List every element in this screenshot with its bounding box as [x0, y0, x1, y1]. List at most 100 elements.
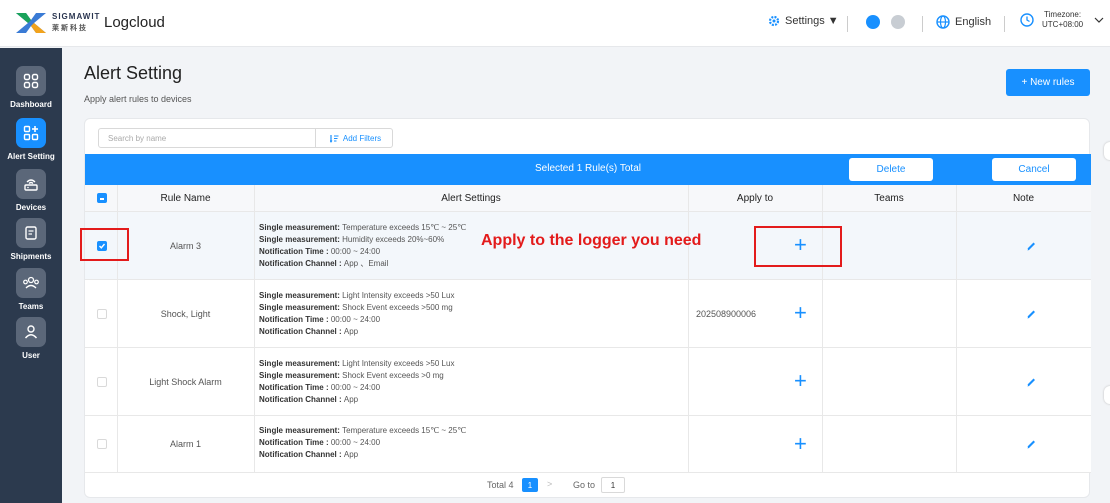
filter-icon: [329, 134, 339, 143]
table-row: Shock, Light Single measurement: Light I…: [85, 280, 1091, 348]
row-checkbox[interactable]: [97, 377, 107, 387]
setting-separator: :: [336, 259, 344, 268]
top-bar: SIGMAWIT 莱斯科技 Logcloud Settings ▼ Englis…: [0, 0, 1110, 47]
settings-menu[interactable]: Settings ▼: [768, 15, 839, 27]
app-name: Logcloud: [104, 14, 165, 31]
select-all-checkbox[interactable]: [97, 193, 107, 203]
setting-value: 00:00 ~ 24:00: [330, 438, 381, 447]
sidebar-item-devices[interactable]: Devices: [0, 169, 62, 212]
edit-note-icon[interactable]: [1026, 309, 1036, 319]
column-divider: [254, 348, 255, 416]
setting-key: Notification Time: [259, 315, 324, 324]
column-divider: [956, 212, 957, 280]
setting-key: Notification Channel: [259, 259, 337, 268]
alert-settings: Single measurement: Temperature exceeds …: [259, 222, 466, 270]
add-filters-button[interactable]: Add Filters: [315, 128, 395, 148]
gear-icon: [768, 15, 780, 27]
total-count: Total 4: [487, 480, 514, 490]
sidebar-item-label: Dashboard: [10, 100, 52, 109]
app-icons[interactable]: [866, 15, 905, 29]
setting-value: Light Intensity exceeds >50 Lux: [342, 291, 455, 300]
delete-button[interactable]: Delete: [849, 158, 933, 181]
setting-separator: :: [336, 395, 344, 404]
setting-line: Single measurement: Shock Event exceeds …: [259, 370, 454, 382]
side-handle[interactable]: [1104, 142, 1110, 160]
side-handle[interactable]: [1104, 386, 1110, 404]
setting-key: Single measurement: [259, 235, 338, 244]
selection-bar: Selected 1 Rule(s) Total Delete Cancel: [85, 154, 1091, 185]
add-device-icon[interactable]: +: [794, 302, 807, 324]
selection-count: Selected 1 Rule(s) Total: [535, 163, 641, 174]
setting-value: Humidity exceeds 20%~60%: [342, 235, 445, 244]
column-divider: [254, 212, 255, 280]
globe-icon: [936, 15, 950, 29]
sidebar-item-label: Shipments: [10, 252, 52, 261]
setting-separator: :: [336, 327, 344, 336]
notification-icon[interactable]: [891, 15, 905, 29]
sidebar: Dashboard Alert Setting Devices Shipment…: [0, 48, 62, 503]
sidebar-item-alert-setting[interactable]: Alert Setting: [0, 118, 62, 161]
setting-key: Single measurement: [259, 426, 338, 435]
search-input[interactable]: Search by name: [108, 134, 166, 143]
user-icon: [16, 317, 46, 347]
goto-label: Go to: [573, 480, 596, 490]
alert-settings: Single measurement: Light Intensity exce…: [259, 358, 454, 406]
setting-key: Single measurement: [259, 359, 338, 368]
row-checkbox[interactable]: [97, 439, 107, 449]
page-subtitle: Apply alert rules to devices: [84, 94, 192, 104]
clipboard-icon: [16, 218, 46, 248]
settings-label: Settings ▼: [785, 15, 839, 27]
setting-separator: :: [323, 315, 331, 324]
edit-note-icon[interactable]: [1026, 241, 1036, 251]
row-checkbox[interactable]: [97, 309, 107, 319]
setting-value: Light Intensity exceeds >50 Lux: [342, 359, 455, 368]
add-device-icon[interactable]: +: [794, 370, 807, 392]
next-page-button[interactable]: >: [547, 479, 552, 489]
rules-table-card: Search by name Add Filters Selected 1 Ru…: [84, 118, 1091, 498]
applied-device-id: 202508900006: [696, 309, 757, 319]
setting-line: Single measurement: Shock Event exceeds …: [259, 302, 454, 314]
checkbox-highlight-box: [80, 228, 129, 261]
new-rules-button[interactable]: + New rules: [1006, 69, 1090, 96]
timezone-selector[interactable]: Timezone: UTC+08:00: [1020, 10, 1104, 30]
column-divider: [254, 280, 255, 348]
column-header-teams: Teams: [874, 193, 904, 204]
column-divider: [254, 416, 255, 473]
router-icon: [16, 169, 46, 199]
setting-value: Temperature exceeds 15℃ ~ 25℃: [342, 426, 467, 435]
timezone-label: Timezone:: [1044, 10, 1082, 19]
page-number-current[interactable]: 1: [522, 478, 538, 492]
sidebar-item-teams[interactable]: Teams: [0, 268, 62, 311]
setting-value: App: [343, 450, 359, 459]
alert-setting-icon: [16, 118, 46, 148]
sidebar-item-label: User: [22, 351, 40, 360]
rule-name: Shock, Light: [160, 309, 211, 319]
setting-line: Notification Channel : App 、Email: [259, 258, 466, 270]
goto-page-input[interactable]: 1: [601, 477, 625, 493]
setting-separator: :: [323, 383, 331, 392]
sigmawit-logo-icon: [16, 13, 46, 33]
setting-line: Notification Time : 00:00 ~ 24:00: [259, 246, 466, 258]
chevron-down-icon: [1094, 17, 1104, 23]
setting-line: Single measurement: Humidity exceeds 20%…: [259, 234, 466, 246]
sidebar-item-user[interactable]: User: [0, 317, 62, 360]
dashboard-icon: [16, 66, 46, 96]
rule-name: Light Shock Alarm: [149, 377, 222, 387]
rule-name: Alarm 3: [169, 241, 201, 251]
sidebar-item-dashboard[interactable]: Dashboard: [0, 66, 62, 109]
alert-settings: Single measurement: Temperature exceeds …: [259, 425, 466, 461]
refresh-icon[interactable]: [866, 15, 880, 29]
sidebar-item-shipments[interactable]: Shipments: [0, 218, 62, 261]
column-header-alert-settings: Alert Settings: [441, 193, 501, 204]
add-device-icon[interactable]: +: [794, 433, 807, 455]
column-header-rule-name: Rule Name: [160, 193, 211, 204]
edit-note-icon[interactable]: [1026, 377, 1036, 387]
annotation-text: Apply to the logger you need: [481, 232, 702, 249]
setting-key: Notification Time: [259, 247, 324, 256]
cancel-button[interactable]: Cancel: [992, 158, 1076, 181]
setting-line: Notification Channel : App: [259, 394, 454, 406]
language-switcher[interactable]: English: [936, 15, 991, 29]
table-header: Rule Name Alert Settings Apply to Teams …: [85, 185, 1091, 212]
edit-note-icon[interactable]: [1026, 439, 1036, 449]
setting-key: Single measurement: [259, 291, 338, 300]
